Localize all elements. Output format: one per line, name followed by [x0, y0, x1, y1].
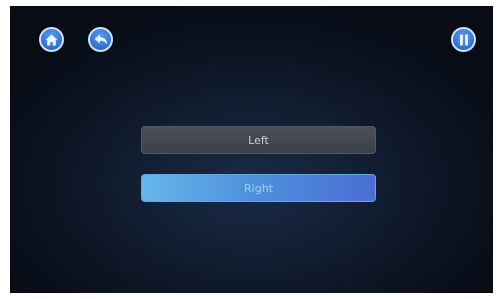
home-button[interactable]	[39, 27, 64, 52]
home-icon	[45, 34, 58, 46]
option-left-label: Left	[248, 133, 269, 147]
game-screen: Left Right	[10, 6, 493, 293]
option-left-button[interactable]: Left	[141, 126, 376, 154]
back-button[interactable]	[88, 27, 113, 52]
pause-icon	[459, 34, 469, 46]
back-arrow-icon	[94, 34, 108, 46]
pause-button[interactable]	[451, 27, 476, 52]
option-right-button[interactable]: Right	[141, 174, 376, 202]
option-right-label: Right	[244, 181, 273, 195]
